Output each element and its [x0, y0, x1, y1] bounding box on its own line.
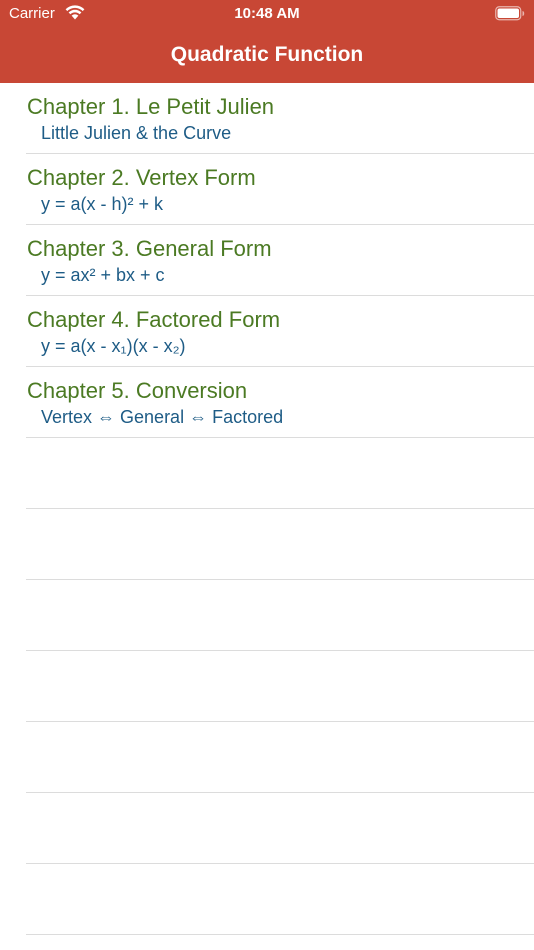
list-item-chapter-5[interactable]: Chapter 5. Conversion Vertex ⇔ General ⇔…	[26, 367, 534, 438]
empty-row	[26, 651, 534, 722]
chapter-subtitle: y = a(x - x₁)(x - x₂)	[41, 336, 186, 356]
list-item-chapter-3[interactable]: Chapter 3. General Form y = ax² + bx + c	[26, 225, 534, 296]
page-title: Quadratic Function	[170, 43, 364, 66]
empty-row	[26, 722, 534, 793]
top-bar: Carrier 10:48 AM Quadratic Function	[0, 0, 534, 83]
chapter-subtitle: Vertex ⇔ General ⇔ Factored	[41, 407, 284, 427]
chapter-subtitle: y = ax² + bx + c	[41, 265, 165, 285]
empty-row	[26, 580, 534, 651]
chapter-subtitle: y = a(x - h)² + k	[41, 194, 164, 214]
list-item-chapter-1[interactable]: Chapter 1. Le Petit Julien Little Julien…	[26, 83, 534, 154]
chapter-title: Chapter 5. Conversion	[27, 378, 248, 403]
chapter-title: Chapter 2. Vertex Form	[27, 165, 256, 190]
chapter-title: Chapter 3. General Form	[27, 236, 272, 261]
chapter-title: Chapter 1. Le Petit Julien	[27, 94, 275, 119]
screen: Carrier 10:48 AM Quadratic Function Chap…	[0, 0, 534, 950]
empty-row	[26, 864, 534, 935]
empty-row	[26, 793, 534, 864]
list-item-chapter-4[interactable]: Chapter 4. Factored Form y = a(x - x₁)(x…	[26, 296, 534, 367]
chapter-list: Chapter 1. Le Petit Julien Little Julien…	[0, 83, 534, 935]
status-bar: Carrier 10:48 AM	[0, 0, 534, 28]
chapter-subtitle: Little Julien & the Curve	[41, 123, 232, 143]
empty-row	[26, 509, 534, 580]
list-item-chapter-2[interactable]: Chapter 2. Vertex Form y = a(x - h)² + k	[26, 154, 534, 225]
chapter-title: Chapter 4. Factored Form	[27, 307, 281, 332]
status-time: 10:48 AM	[234, 5, 300, 22]
empty-row	[26, 438, 534, 509]
battery-icon	[495, 6, 525, 21]
